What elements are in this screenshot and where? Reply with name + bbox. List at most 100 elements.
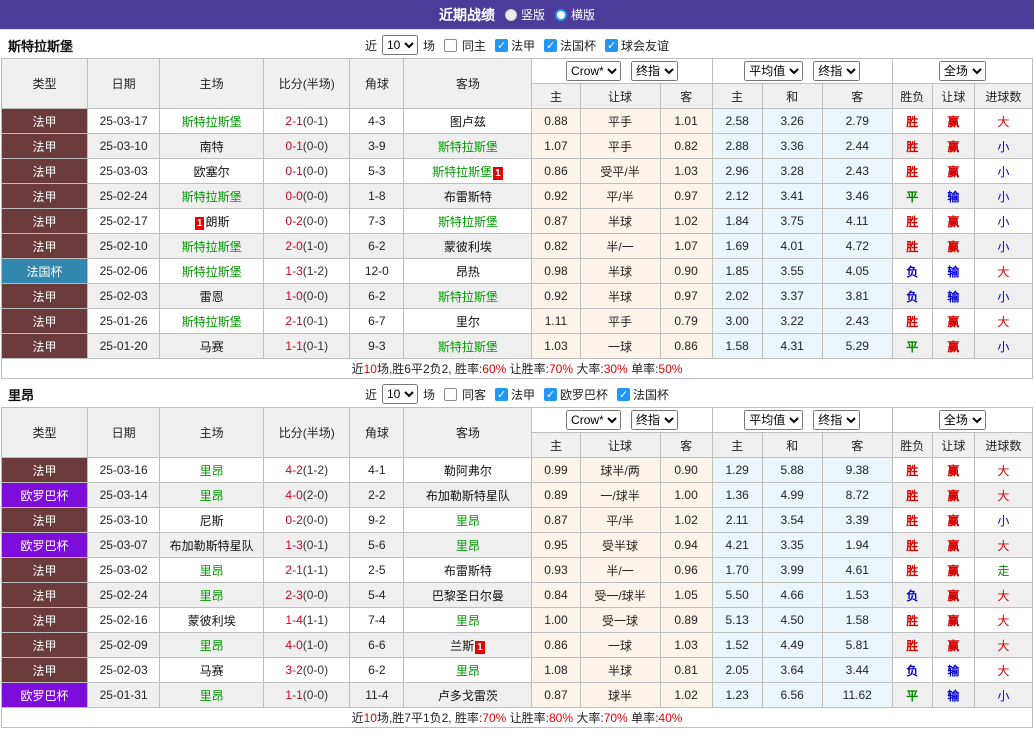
team-name[interactable]: 马赛 <box>200 340 224 354</box>
red-card-badge: 1 <box>194 216 205 230</box>
team-name[interactable]: 斯特拉斯堡 <box>182 240 242 254</box>
team-name[interactable]: 布雷斯特 <box>444 190 492 204</box>
team-name[interactable]: 布雷斯特 <box>444 564 492 578</box>
team-name[interactable]: 卢多戈雷茨 <box>438 689 498 703</box>
team-name[interactable]: 欧塞尔 <box>194 165 230 179</box>
bookmaker-select[interactable]: Crow* <box>566 410 622 430</box>
summary-stat-value: 10 <box>363 362 377 376</box>
home-team-cell: 里昂 <box>159 457 265 483</box>
fulltime-score: 2-0 <box>285 239 303 253</box>
team-name[interactable]: 斯特拉斯堡 <box>438 290 498 304</box>
team-name[interactable]: 昂热 <box>456 265 480 279</box>
team-name[interactable]: 勒阿弗尔 <box>444 464 492 478</box>
team-name[interactable]: 斯特拉斯堡 <box>182 115 242 129</box>
halftime-score: (0-1) <box>302 114 329 128</box>
team-name[interactable]: 里尔 <box>456 315 480 329</box>
team-name[interactable]: 里昂 <box>456 514 480 528</box>
odds-time-select[interactable]: 终指 <box>813 61 861 81</box>
venue-checkbox[interactable] <box>443 387 457 401</box>
league-checkbox[interactable] <box>544 387 558 401</box>
team-name[interactable]: 斯特拉斯堡 <box>182 315 242 329</box>
fulltime-group-header: 全场 <box>891 58 1034 84</box>
team-name[interactable]: 里昂 <box>200 464 224 478</box>
home-team-cell: 1 朗斯 <box>159 208 265 234</box>
team-name[interactable]: 斯特拉斯堡 <box>438 215 498 229</box>
team-name[interactable]: 尼斯 <box>200 514 224 528</box>
team-name[interactable]: 斯特拉斯堡 <box>438 340 498 354</box>
date-cell: 25-03-10 <box>87 133 161 159</box>
odds-time-select[interactable]: 终指 <box>813 410 861 430</box>
league-checkbox[interactable] <box>495 38 508 52</box>
team-name[interactable]: 图卢兹 <box>450 115 486 129</box>
avg-draw-cell: 4.01 <box>761 233 823 259</box>
summary-text: 近 <box>351 362 364 376</box>
team-name[interactable]: 马赛 <box>200 664 224 678</box>
column-header: 客场 <box>403 407 533 458</box>
odds-home-cell: 0.89 <box>531 482 581 508</box>
league-checkbox[interactable] <box>544 38 558 52</box>
fulltime-select[interactable]: 全场 <box>938 410 986 430</box>
view-option-horizontal[interactable]: 横版 <box>555 6 595 23</box>
league-checkbox[interactable] <box>605 38 619 52</box>
halftime-score: (2-0) <box>302 488 329 502</box>
team-name[interactable]: 里昂 <box>456 539 480 553</box>
team-name[interactable]: 斯特拉斯堡 <box>438 140 498 154</box>
match-count-select[interactable]: 10 <box>381 384 418 404</box>
result-wdl-cell: 胜 <box>891 208 933 234</box>
handicap-cell: 平手 <box>579 133 661 159</box>
team-name[interactable]: 蒙彼利埃 <box>188 614 236 628</box>
fulltime-score: 0-0 <box>285 189 303 203</box>
team-name[interactable]: 里昂 <box>456 664 480 678</box>
away-team-cell: 里昂 <box>403 607 533 633</box>
team-name[interactable]: 朗斯 <box>205 215 229 229</box>
team-name[interactable]: 蒙彼利埃 <box>444 240 492 254</box>
team-name[interactable]: 兰斯 <box>450 639 474 653</box>
odds-away-cell: 0.82 <box>659 133 713 159</box>
team-name[interactable]: 里昂 <box>200 564 224 578</box>
avg-away-cell: 5.81 <box>821 632 893 658</box>
odds-away-cell: 1.02 <box>659 507 713 533</box>
odds-time-select[interactable]: 终指 <box>631 61 679 81</box>
team-name[interactable]: 斯特拉斯堡 <box>432 165 492 179</box>
team-name[interactable]: 雷恩 <box>200 290 224 304</box>
average-select[interactable]: 平均值 <box>744 61 804 81</box>
league-checkbox[interactable] <box>495 387 508 401</box>
team-name[interactable]: 斯特拉斯堡 <box>182 265 242 279</box>
team-name[interactable]: 南特 <box>200 140 224 154</box>
team-name[interactable]: 里昂 <box>200 639 224 653</box>
league-type-cell: 法甲 <box>0 233 89 259</box>
venue-checkbox[interactable] <box>443 38 457 52</box>
team-name[interactable]: 里昂 <box>200 589 224 603</box>
avg-away-cell: 3.39 <box>821 507 893 533</box>
column-header: 类型 <box>0 58 89 109</box>
odds-time-select[interactable]: 终指 <box>631 410 679 430</box>
team-name[interactable]: 巴黎圣日尔曼 <box>432 589 504 603</box>
view-option-vertical[interactable]: 竖版 <box>504 6 545 23</box>
corner-cell: 7-3 <box>349 208 405 234</box>
league-checkbox-label: 法国杯 <box>633 387 670 402</box>
odds-away-cell: 1.01 <box>659 108 713 134</box>
avg-away-cell: 1.53 <box>821 582 893 608</box>
avg-away-cell: 2.43 <box>821 308 893 334</box>
team-name[interactable]: 里昂 <box>456 614 480 628</box>
sub-column-header: 让球 <box>931 432 975 458</box>
team-name[interactable]: 布加勒斯特星队 <box>426 489 510 503</box>
corner-cell: 5-4 <box>349 582 405 608</box>
team-name[interactable]: 里昂 <box>200 689 224 703</box>
fulltime-select[interactable]: 全场 <box>938 61 986 81</box>
sub-column-header: 主 <box>531 83 581 109</box>
score-cell: 0-2(0-0) <box>263 208 351 234</box>
corner-cell: 5-3 <box>349 158 405 184</box>
team-name[interactable]: 布加勒斯特星队 <box>170 539 254 553</box>
match-count-select[interactable]: 10 <box>381 35 418 55</box>
column-header: 日期 <box>87 58 161 109</box>
radio-unchecked-icon[interactable] <box>555 8 567 21</box>
team-name[interactable]: 斯特拉斯堡 <box>182 190 242 204</box>
sub-column-header: 客 <box>659 432 713 458</box>
bookmaker-select[interactable]: Crow* <box>566 61 622 81</box>
radio-checked-icon[interactable] <box>504 8 517 21</box>
league-checkbox[interactable] <box>617 387 631 401</box>
team-name[interactable]: 里昂 <box>200 489 224 503</box>
average-select[interactable]: 平均值 <box>744 410 804 430</box>
summary-text: 近 <box>351 711 364 725</box>
